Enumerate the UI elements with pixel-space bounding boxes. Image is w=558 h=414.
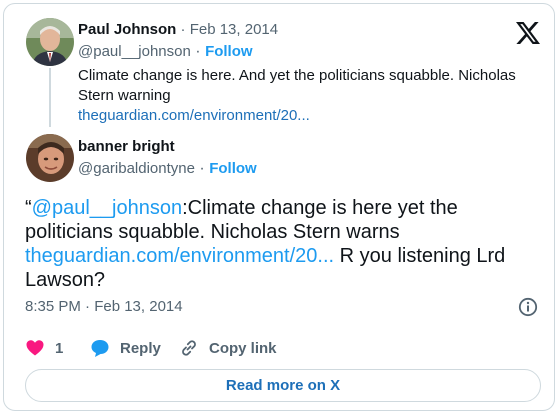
tweet-link[interactable]: theguardian.com/environment/20... [25, 245, 334, 267]
quoted-handle-row: @paul__johnson · Follow [78, 43, 253, 61]
read-more-button[interactable]: Read more on X [25, 369, 541, 402]
embedded-tweet-card: Paul Johnson · Feb 13, 2014 @paul__johns… [3, 3, 555, 411]
quoted-separator: · [180, 21, 186, 38]
quoted-handle-separator: · [195, 43, 201, 60]
quoted-tweet-text: Climate change is here. And yet the poli… [78, 67, 516, 104]
heart-icon [25, 338, 45, 358]
tweet-author-name[interactable]: banner bright [78, 138, 175, 155]
thread-connector-line [49, 68, 51, 127]
copy-link-button[interactable]: Copy link [179, 338, 277, 358]
copy-link-label: Copy link [209, 339, 277, 357]
quoted-author-name[interactable]: Paul Johnson [78, 21, 176, 38]
tweet-handle[interactable]: @garibaldiontyne [78, 160, 195, 177]
speech-bubble-icon [90, 338, 110, 358]
quoted-follow-button[interactable]: Follow [205, 43, 253, 60]
like-count: 1 [55, 339, 64, 357]
open-quote: “ [25, 197, 32, 219]
reply-button[interactable]: Reply [90, 338, 161, 358]
like-button[interactable]: 1 [25, 338, 63, 358]
tweet-mention[interactable]: @paul__johnson [32, 197, 182, 219]
quoted-handle[interactable]: @paul__johnson [78, 43, 191, 60]
info-icon[interactable] [518, 297, 538, 317]
quoted-date[interactable]: Feb 13, 2014 [190, 21, 278, 38]
tweet-handle-row: @garibaldiontyne · Follow [78, 160, 257, 178]
tweet-timestamp[interactable]: 8:35 PM · Feb 13, 2014 [25, 298, 183, 315]
tweet-follow-button[interactable]: Follow [209, 160, 257, 177]
tweet-author-row: banner bright [78, 138, 175, 155]
chain-link-icon [179, 338, 199, 358]
x-logo-icon[interactable] [516, 22, 540, 44]
tweet-handle-separator: · [199, 160, 205, 177]
quoted-author-row: Paul Johnson · Feb 13, 2014 [78, 21, 278, 38]
quoted-tweet-link[interactable]: theguardian.com/environment/20... [78, 107, 310, 124]
avatar-banner-bright[interactable] [26, 134, 74, 182]
avatar-paul-johnson[interactable] [26, 18, 74, 66]
quoted-tweet-body: Climate change is here. And yet the poli… [78, 66, 518, 126]
tweet-body: “@paul__johnson:Climate change is here y… [25, 196, 525, 292]
reply-label: Reply [120, 339, 161, 357]
